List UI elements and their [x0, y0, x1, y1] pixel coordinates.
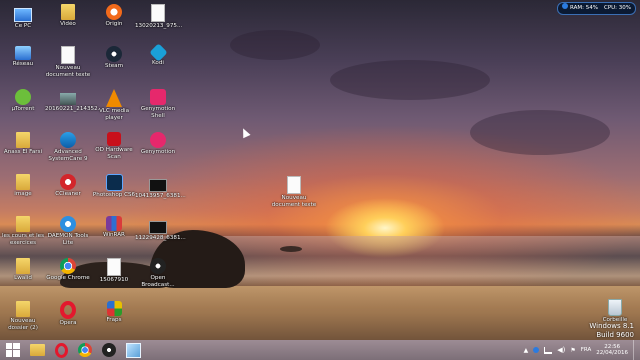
cloud-shape: [470, 110, 610, 155]
flag-icon[interactable]: ⚑: [570, 347, 575, 354]
recycle-bin-icon: [608, 299, 622, 316]
desktop-icon-ccleaner[interactable]: CCleaner: [45, 174, 91, 198]
taskbar: ▲ ◀) ⚑ FRA 22:56 22/04/2016: [0, 340, 640, 360]
desktop-icon-11229428[interactable]: 11229428_6381...: [135, 216, 186, 242]
clock[interactable]: 22:56 22/04/2016: [596, 344, 628, 357]
daemon-tools-icon: [60, 216, 76, 232]
volume-icon[interactable]: ◀): [557, 346, 565, 354]
pc-icon: [14, 8, 32, 22]
taskbar-obs[interactable]: [98, 341, 120, 359]
text-document-icon: [61, 46, 75, 64]
utorrent-icon: [15, 89, 31, 105]
chrome-icon: [78, 343, 92, 357]
desktop-icon-daemon-tools[interactable]: DAEMON Tools Lite: [45, 216, 91, 246]
vlc-icon: [106, 89, 122, 107]
tray-arrow-icon[interactable]: ▲: [524, 347, 529, 354]
desktop-icon-kodi[interactable]: Kodi: [135, 43, 181, 67]
opera-icon: [54, 342, 68, 358]
taskbar-notepad[interactable]: [122, 341, 144, 359]
video-icon: [149, 221, 167, 234]
notepad-icon: [125, 342, 141, 358]
desktop-icon-vlc[interactable]: VLC media player: [91, 89, 137, 121]
taskbar-chrome[interactable]: [74, 341, 96, 359]
desktop-icon-od-hardware-scan[interactable]: OD Hardware Scan: [91, 132, 137, 160]
desktop-icon-corbeille[interactable]: Corbeille: [592, 299, 638, 324]
kodi-icon: [148, 43, 168, 62]
photoshop-icon: [105, 174, 123, 191]
tray-app-icon[interactable]: [533, 347, 540, 353]
folder-icon: [16, 258, 30, 274]
desktop-icon-lwalid[interactable]: Lwalid: [0, 258, 46, 282]
desktop-icon-video[interactable]: Vidéo: [45, 4, 91, 28]
user-folder-icon: [16, 132, 30, 148]
origin-icon: [106, 4, 122, 20]
genymotion-icon: [150, 132, 166, 148]
document-icon: [107, 258, 121, 276]
desktop-icon-10413957[interactable]: 10413957_6381...: [135, 174, 186, 200]
folder-icon: [16, 216, 30, 232]
text-document-icon: [287, 176, 301, 194]
desktop-icon-fraps[interactable]: Fraps: [91, 301, 137, 324]
show-desktop-button[interactable]: [633, 340, 637, 360]
folder-icon: [16, 174, 30, 190]
fraps-icon: [106, 301, 122, 316]
network-status-icon[interactable]: [544, 346, 553, 354]
desktop-icon-open-broadcast[interactable]: Open Broadcast...: [135, 258, 181, 288]
cpu-indicator: CPU: 30%: [603, 5, 631, 11]
ram-indicator: RAM: 54%: [562, 3, 598, 14]
desktop-icon-20160221[interactable]: 20160221_214352...: [45, 89, 103, 113]
desktop-icon-genymotion-shell[interactable]: Genymotion Shell: [135, 89, 181, 119]
network-icon: [15, 46, 31, 60]
file-explorer-icon: [29, 344, 45, 356]
desktop-icon-reseau[interactable]: Réseau: [0, 46, 46, 68]
desktop-icon-steam[interactable]: Steam: [91, 46, 137, 70]
desktop-icon-winrar[interactable]: WinRAR: [91, 216, 137, 239]
desktop-icon-google-chrome[interactable]: Google Chrome: [45, 258, 91, 282]
ccleaner-icon: [60, 174, 76, 190]
system-monitor-widget[interactable]: RAM: 54% CPU: 30%: [557, 2, 636, 15]
desktop-icon-image[interactable]: image: [0, 174, 46, 198]
desktop-icon-origin[interactable]: Origin: [91, 4, 137, 28]
obs-icon: [150, 258, 166, 274]
desktop-icon-ce-pc[interactable]: Ce PC: [0, 4, 46, 30]
language-indicator[interactable]: FRA: [581, 347, 592, 353]
windows-version-watermark: Windows 8.1 Build 9600: [589, 322, 634, 339]
desktop-icon-utorrent[interactable]: µTorrent: [0, 89, 46, 113]
start-button[interactable]: [2, 341, 24, 359]
desktop-icon-photoshop[interactable]: Photoshop CS6: [91, 174, 137, 199]
desktop-icon-nouveau-document-texte-2[interactable]: Nouveau document texte: [271, 176, 317, 208]
desktop-icon-advanced-systemcare[interactable]: Advanced SystemCare 9: [45, 132, 91, 162]
rock: [280, 246, 302, 252]
desktop-icon-les-cours[interactable]: les cours et les exercices: [0, 216, 46, 246]
taskbar-opera[interactable]: [50, 341, 72, 359]
desktop-icon-nouveau-document-texte[interactable]: Nouveau document texte: [45, 46, 91, 78]
desktop-icon-opera[interactable]: Opera: [45, 301, 91, 327]
desktop-icon-15067910[interactable]: 15067910: [91, 258, 137, 284]
winrar-icon: [106, 216, 122, 231]
image-icon: [60, 93, 76, 105]
cloud-shape: [330, 60, 490, 100]
desktop-icon-anass-el-farsi[interactable]: Anass El Farsi: [0, 132, 46, 156]
ram-gauge-icon: [562, 3, 569, 9]
folder-icon: [16, 301, 30, 317]
genymotion-shell-icon: [150, 89, 166, 105]
video-icon: [149, 179, 167, 192]
chrome-icon: [60, 258, 76, 274]
steam-icon: [106, 46, 122, 62]
document-icon: [151, 4, 165, 22]
folder-icon: [61, 4, 75, 20]
system-tray: ▲ ◀) ⚑ FRA 22:56 22/04/2016: [524, 340, 640, 360]
taskbar-file-explorer[interactable]: [26, 341, 48, 359]
start-icon: [6, 343, 20, 357]
desktop-icon-nouveau-dossier-2[interactable]: Nouveau dossier (2): [0, 301, 46, 331]
opera-icon: [60, 301, 76, 319]
obs-icon: [102, 343, 116, 357]
systemcare-icon: [60, 132, 76, 148]
desktop-icon-13020213[interactable]: 13020213_975...: [135, 4, 182, 30]
hardware-scan-icon: [107, 132, 121, 146]
desktop-icon-genymotion[interactable]: Genymotion: [135, 132, 181, 156]
cloud-shape: [230, 30, 320, 60]
